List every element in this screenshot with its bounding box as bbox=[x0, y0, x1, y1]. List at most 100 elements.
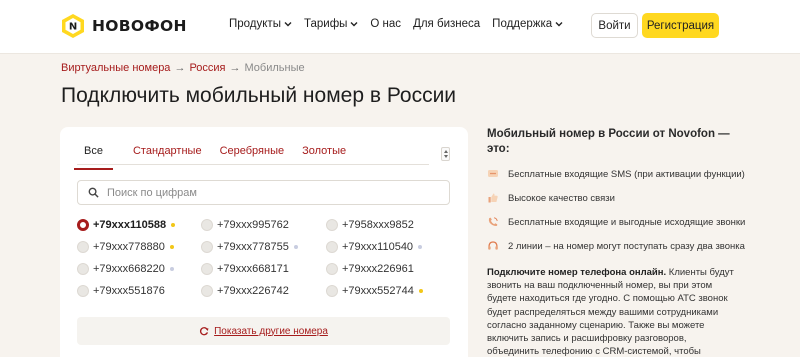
search-icon bbox=[88, 187, 99, 198]
main-nav: Продукты Тарифы О нас Для бизнеса Поддер… bbox=[229, 18, 575, 30]
nav-label: Продукты bbox=[229, 18, 281, 30]
description-text: Клиенты будут звонить на ваш подключенны… bbox=[487, 267, 734, 357]
refresh-icon bbox=[200, 327, 209, 336]
nav-label: Для бизнеса bbox=[413, 18, 481, 30]
feature-item: Высокое качество связи bbox=[487, 192, 615, 204]
nav-label: Тарифы bbox=[303, 18, 348, 30]
info-description: Подключите номер телефона онлайн. Клиент… bbox=[487, 266, 737, 357]
number-option[interactable]: +79xxx552744 bbox=[326, 285, 423, 297]
number-row: +79xxx551876 +79xxx226742 +79xxx552744 bbox=[77, 285, 457, 307]
thumbs-up-icon bbox=[488, 193, 498, 203]
radio-button[interactable] bbox=[326, 285, 338, 297]
breadcrumb-current: Мобильные bbox=[244, 62, 305, 74]
number-option[interactable]: +79xxx778755 bbox=[201, 241, 298, 253]
number-label: +79xxx552744 bbox=[342, 285, 414, 297]
number-row: +79xxx110588 +79xxx995762 +7958xxx9852 bbox=[77, 219, 457, 241]
silver-dot-icon bbox=[293, 245, 298, 249]
tab-silver[interactable]: Серебряные bbox=[220, 145, 285, 164]
login-button[interactable]: Войти bbox=[591, 13, 638, 38]
nav-label: О нас bbox=[370, 18, 402, 30]
sms-icon bbox=[488, 170, 498, 177]
arrow-down-icon bbox=[444, 155, 448, 158]
number-option[interactable]: +79xxx226742 bbox=[201, 285, 289, 297]
novofon-logo-icon: N bbox=[62, 14, 84, 38]
radio-button[interactable] bbox=[201, 219, 213, 231]
gold-dot-icon bbox=[418, 289, 423, 293]
number-label: +79xxx995762 bbox=[217, 219, 289, 231]
tab-gold[interactable]: Золотые bbox=[302, 145, 346, 164]
svg-text:N: N bbox=[69, 22, 77, 33]
breadcrumb: Виртуальные номера → Россия → Мобильные bbox=[61, 62, 305, 74]
radio-button[interactable] bbox=[77, 241, 89, 253]
register-button[interactable]: Регистрация bbox=[642, 13, 719, 38]
number-label: +79xxx226961 bbox=[342, 263, 414, 275]
radio-button[interactable] bbox=[77, 285, 89, 297]
number-label: +79xxx551876 bbox=[93, 285, 165, 297]
gold-dot-icon bbox=[171, 223, 176, 227]
number-label: +79xxx778755 bbox=[217, 241, 289, 253]
breadcrumb-russia[interactable]: Россия bbox=[189, 62, 225, 74]
number-list: +79xxx110588 +79xxx995762 +7958xxx9852 +… bbox=[77, 219, 457, 307]
radio-button[interactable] bbox=[77, 219, 89, 231]
radio-button[interactable] bbox=[201, 263, 213, 275]
chevron-down-icon bbox=[555, 22, 563, 27]
number-row: +79xxx668220 +79xxx668171 +79xxx226961 bbox=[77, 263, 457, 285]
number-tabs: Все Стандартные Серебряные Золотые bbox=[74, 145, 429, 170]
number-picker-card: Все Стандартные Серебряные Золотые +79xx… bbox=[60, 127, 468, 357]
radio-button[interactable] bbox=[326, 241, 338, 253]
logo[interactable]: N НОВОФОН bbox=[61, 13, 187, 39]
number-label: +79xxx778880 bbox=[93, 241, 165, 253]
number-option[interactable]: +79xxx110540 bbox=[326, 241, 423, 253]
feature-text: Бесплатные входящие и выгодные исходящие… bbox=[508, 216, 746, 228]
number-label: +79xxx668171 bbox=[217, 263, 289, 275]
number-option[interactable]: +79xxx668171 bbox=[201, 263, 289, 275]
show-more-numbers-button[interactable]: Показать другие номера bbox=[77, 317, 450, 345]
silver-dot-icon bbox=[169, 267, 174, 271]
number-option[interactable]: +79xxx551876 bbox=[77, 285, 165, 297]
description-lead: Подключите номер телефона онлайн. bbox=[487, 267, 667, 278]
feature-text: Бесплатные входящие SMS (при активации ф… bbox=[508, 168, 745, 180]
chevron-down-icon bbox=[284, 22, 292, 27]
nav-about[interactable]: О нас bbox=[370, 18, 401, 30]
chevron-down-icon bbox=[350, 22, 358, 27]
number-option[interactable]: +79xxx110588 bbox=[77, 219, 176, 231]
number-label: +79xxx110588 bbox=[93, 219, 167, 231]
number-option[interactable]: +79xxx226961 bbox=[326, 263, 414, 275]
nav-products[interactable]: Продукты bbox=[229, 18, 292, 30]
feature-item: Бесплатные входящие SMS (при активации ф… bbox=[487, 168, 745, 180]
number-option[interactable]: +79xxx995762 bbox=[201, 219, 289, 231]
tab-all[interactable]: Все bbox=[74, 145, 113, 170]
number-label: +79xxx226742 bbox=[217, 285, 289, 297]
number-label: +79xxx110540 bbox=[342, 241, 414, 253]
number-option[interactable]: +7958xxx9852 bbox=[326, 219, 414, 231]
radio-button[interactable] bbox=[326, 219, 338, 231]
number-label: +7958xxx9852 bbox=[342, 219, 414, 231]
radio-button[interactable] bbox=[326, 263, 338, 275]
gold-dot-icon bbox=[169, 245, 174, 249]
nav-tariffs[interactable]: Тарифы bbox=[304, 18, 358, 30]
breadcrumb-virtual-numbers[interactable]: Виртуальные номера bbox=[61, 62, 170, 74]
search-input[interactable] bbox=[107, 186, 437, 199]
feature-text: 2 линии – на номер могут поступать сразу… bbox=[508, 240, 745, 252]
feature-text: Высокое качество связи bbox=[508, 192, 615, 204]
show-more-label: Показать другие номера bbox=[214, 325, 328, 337]
feature-item: Бесплатные входящие и выгодные исходящие… bbox=[487, 216, 745, 228]
radio-button[interactable] bbox=[77, 263, 89, 275]
tab-standard[interactable]: Стандартные bbox=[133, 145, 202, 164]
tabs-scroll-control[interactable] bbox=[441, 147, 450, 161]
radio-button[interactable] bbox=[201, 241, 213, 253]
nav-support[interactable]: Поддержка bbox=[492, 18, 563, 30]
top-header: N НОВОФОН Продукты Тарифы О нас Для бизн… bbox=[0, 0, 800, 54]
silver-dot-icon bbox=[418, 245, 423, 249]
number-option[interactable]: +79xxx778880 bbox=[77, 241, 174, 253]
nav-label: Поддержка bbox=[492, 18, 553, 30]
number-row: +79xxx778880 +79xxx778755 +79xxx110540 bbox=[77, 241, 457, 263]
page-title: Подключить мобильный номер в России bbox=[61, 84, 457, 107]
logo-text: НОВОФОН bbox=[92, 17, 187, 35]
phone-calls-icon bbox=[488, 217, 498, 227]
radio-button[interactable] bbox=[201, 285, 213, 297]
breadcrumb-separator: → bbox=[174, 62, 186, 74]
number-option[interactable]: +79xxx668220 bbox=[77, 263, 174, 275]
number-search bbox=[77, 180, 450, 205]
nav-business[interactable]: Для бизнеса bbox=[413, 18, 480, 30]
